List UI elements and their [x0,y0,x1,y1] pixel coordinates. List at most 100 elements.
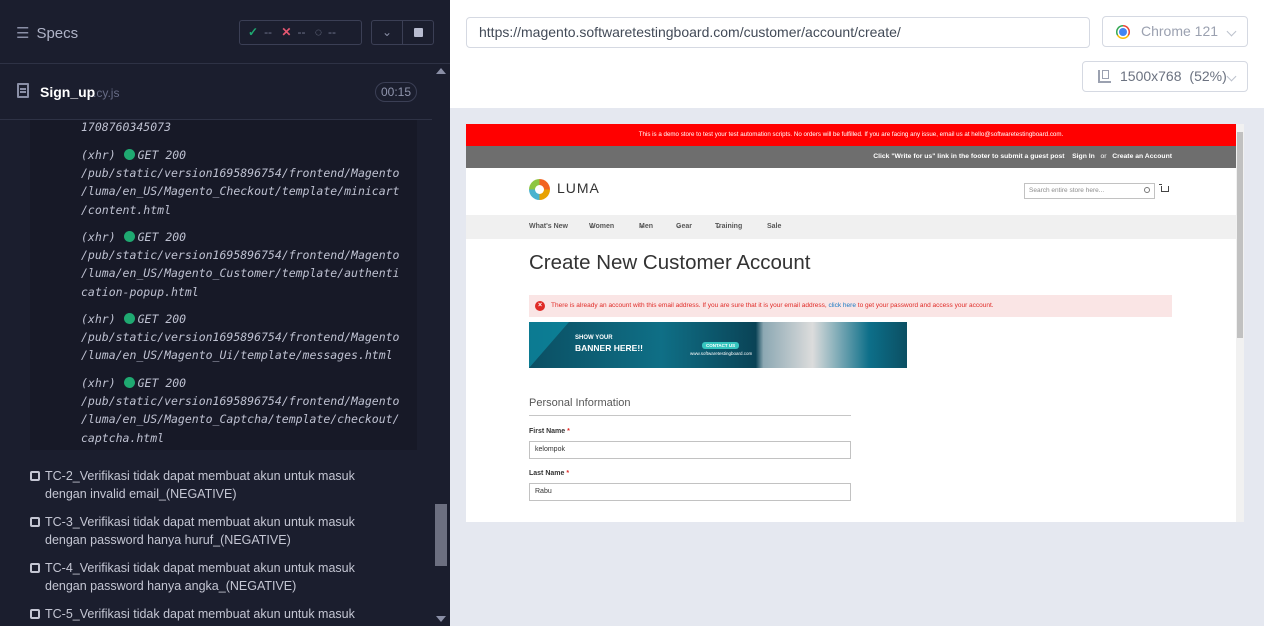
log-method: GET 200 [137,376,187,390]
log-entry[interactable]: (xhr) GET 200 /pub/static/version16958967… [81,146,417,219]
log-line: cation-popup.html [81,284,199,299]
command-log-scrollbar[interactable] [432,64,450,626]
spec-header[interactable]: Sign_up .cy.js 00:15 [0,65,432,120]
pending-icon: ◌ [314,25,322,39]
nav-men[interactable]: Men ⌄ [639,215,653,239]
log-line: /luma/en_US/Magento_Checkout/template/mi… [81,184,400,199]
label-text: Last Name [529,470,565,477]
or-text: or [1100,153,1107,160]
error-text-suffix: to get your password and access your acc… [857,302,994,309]
passed-count: -- [264,25,273,39]
cart-icon[interactable] [1159,184,1169,192]
last-name-input[interactable]: Rabu [529,483,851,501]
label-text: First Name [529,428,566,435]
sign-in-link[interactable]: Sign In [1072,153,1095,160]
log-line: /luma/en_US/Magento_Captcha/template/che… [81,412,400,427]
log-line: /pub/static/version1695896754/frontend/M… [81,394,400,409]
url-bar[interactable]: https://magento.softwaretestingboard.com… [466,17,1090,48]
log-entry[interactable]: (xhr) GET 200 /pub/static/version16958967… [81,374,417,447]
nav-label: Women [589,223,615,230]
banner-site: www.softwaretestingboard.com [690,351,753,356]
required-mark: * [567,428,570,435]
log-line: /luma/en_US/Magento_Ui/template/messages… [81,348,393,363]
first-name-label: First Name * [529,428,570,435]
pending-count: -- [327,25,336,39]
log-prefix: (xhr) [81,376,116,390]
nav-training[interactable]: Training ⌄ [715,215,742,239]
error-text: There is already an account with this em… [551,302,827,309]
chevron-down-icon: ⌄ [381,25,393,39]
stop-button[interactable] [402,20,434,45]
zoom-level: (52%) [1189,68,1227,84]
pending-test-icon [30,517,40,527]
aut-panel: https://magento.softwaretestingboard.com… [450,0,1264,626]
test-title: dengan password hanya huruf_(NEGATIVE) [45,533,291,547]
browser-label: Chrome 121 [1141,23,1219,39]
test-title: dengan invalid email_(NEGATIVE) [45,487,237,501]
specs-toggle[interactable]: ☰ Specs [16,24,78,42]
scroll-up-icon[interactable] [436,68,446,74]
log-line: /pub/static/version1695896754/frontend/M… [81,330,400,345]
nav-label: Gear [676,223,692,230]
log-entry[interactable]: (xhr) GET 200 /pub/static/version16958967… [81,228,417,301]
nav-label: Men [639,223,653,230]
promo-banner[interactable]: SHOW YOUR BANNER HERE!! CONTACT US www.so… [529,322,907,368]
log-prefix: (xhr) [81,312,116,326]
test-title: TC-3_Verifikasi tidak dapat membuat akun… [45,515,355,529]
specs-label: Specs [36,25,79,42]
command-log: 1708760345073 (xhr) GET 200 /pub/static/v… [30,120,417,450]
nav-whats-new[interactable]: What's New [529,215,568,239]
pending-test-icon [30,471,40,481]
test-title: TC-5_Verifikasi tidak dapat membuat akun… [45,607,355,621]
scroll-down-icon[interactable] [436,616,446,622]
menu-icon: ☰ [16,25,30,42]
test-stats: ✓ -- ✕ -- ◌ -- [239,20,362,45]
log-method: GET 200 [137,230,187,244]
logo-text: LUMA [557,180,600,197]
demo-notice: This is a demo store to test your test a… [466,124,1236,146]
banner-text: SHOW YOUR BANNER HERE!! [575,333,663,353]
banner-contact-button[interactable]: CONTACT US [702,342,740,349]
page-title: Create New Customer Account [529,251,811,274]
stop-icon [413,28,423,38]
iframe-scrollbar[interactable] [1236,124,1244,522]
log-line: /content.html [81,202,172,217]
main-nav: What's New Women ⌄ Men ⌄ Gear ⌄ Training… [466,215,1236,239]
nav-gear[interactable]: Gear ⌄ [676,215,692,239]
pending-test-icon [30,609,40,619]
viewport-info[interactable]: 1500x768 (52%) [1082,61,1248,92]
ruler-icon [1098,70,1111,83]
status-dot-icon [123,149,135,160]
search-icon[interactable] [1144,187,1150,193]
error-icon: × [535,301,545,311]
search-placeholder: Search entire store here... [1029,187,1105,194]
first-name-input[interactable]: kelompok [529,441,851,459]
click-here-link[interactable]: click here [828,302,855,309]
cypress-runner-panel: ☰ Specs ✓ -- ✕ -- ◌ -- ⌄ Sign_up .cy.js 00:1… [0,0,450,626]
test-title: TC-4_Verifikasi tidak dapat membuat akun… [45,561,355,575]
nav-women[interactable]: Women ⌄ [589,215,614,239]
log-entry[interactable]: (xhr) GET 200 /pub/static/version16958967… [81,310,417,365]
required-mark: * [566,470,570,477]
app-iframe: This is a demo store to test your test a… [466,124,1244,522]
status-dot-icon [123,313,135,324]
iframe-scrollbar-thumb[interactable] [1237,132,1243,338]
browser-selector[interactable]: Chrome 121 [1102,16,1248,47]
spec-name: Sign_up [40,84,96,100]
collapse-button[interactable]: ⌄ [371,20,403,45]
store-search-input[interactable]: Search entire store here... [1024,183,1155,199]
log-line: captcha.html [81,430,165,445]
luma-logo-icon [529,179,550,200]
status-dot-icon [123,377,135,388]
failed-count: -- [297,25,306,39]
luma-logo[interactable]: LUMA [529,179,600,200]
scrollbar-thumb[interactable] [435,504,447,566]
error-message: × There is already an account with this … [529,295,1172,317]
nav-sale[interactable]: Sale [767,215,781,239]
test-title: dengan password hanya angka_(NEGATIVE) [45,579,297,593]
create-account-link[interactable]: Create an Account [1112,153,1172,160]
spec-duration: 00:15 [375,82,417,102]
viewport-size: 1500x768 [1120,68,1182,84]
log-line: /luma/en_US/Magento_Customer/template/au… [81,266,400,281]
panel-text: Click "Write for us" link in the footer … [873,153,1065,160]
